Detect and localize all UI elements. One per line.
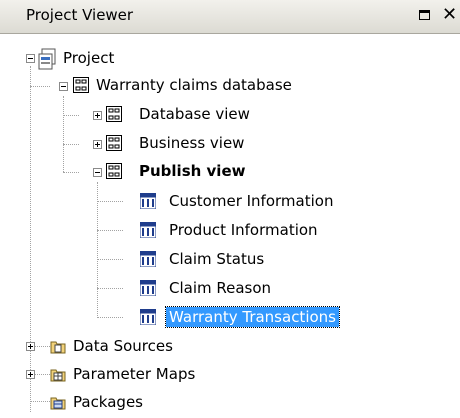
tree-item-query-subject-selected[interactable]: Warranty Transactions (165, 306, 340, 328)
expand-database-view-toggle[interactable] (93, 111, 102, 120)
parameter-maps-folder-icon (50, 369, 66, 382)
namespace-icon (106, 106, 122, 122)
expand-data-sources-toggle[interactable] (26, 342, 35, 351)
expand-business-view-toggle[interactable] (93, 140, 102, 149)
tree-line (30, 401, 50, 402)
tree-item-parameter-maps[interactable]: Parameter Maps (73, 364, 195, 384)
tree-item-data-sources[interactable]: Data Sources (73, 336, 173, 356)
tree-line (30, 66, 31, 412)
tree-item-business-view[interactable]: Business view (139, 133, 244, 153)
tree-line (97, 288, 123, 289)
namespace-icon (106, 135, 122, 151)
panel-titlebar: Project Viewer ✕ (0, 0, 460, 34)
collapse-database-toggle[interactable] (59, 82, 68, 91)
tree-line (97, 317, 123, 318)
collapse-project-toggle[interactable] (26, 54, 35, 63)
query-subject-icon (140, 280, 156, 296)
tree-line (30, 86, 50, 87)
tree-line (63, 96, 64, 172)
tree-item-query-subject[interactable]: Product Information (169, 220, 318, 240)
tree-line (97, 259, 123, 260)
panel-title: Project Viewer (26, 6, 134, 24)
tree-line (97, 182, 98, 318)
tree-item-project[interactable]: Project (63, 48, 114, 68)
query-subject-icon (140, 309, 156, 325)
data-sources-folder-icon (50, 341, 66, 354)
project-tree: Project Warranty claims database Databas… (0, 34, 460, 418)
tree-item-query-subject[interactable]: Customer Information (169, 191, 333, 211)
packages-icon (50, 397, 66, 410)
tree-line (97, 201, 123, 202)
tree-line (63, 144, 79, 145)
expand-parameter-maps-toggle[interactable] (26, 370, 35, 379)
namespace-icon (106, 163, 122, 179)
tree-item-packages[interactable]: Packages (73, 392, 143, 412)
query-subject-icon (140, 193, 156, 209)
project-icon (38, 48, 56, 70)
query-subject-icon (140, 222, 156, 238)
tree-line (63, 172, 79, 173)
tree-line (63, 115, 79, 116)
tree-line (97, 230, 123, 231)
tree-item-query-subject[interactable]: Claim Reason (169, 278, 271, 298)
tree-item-database-view[interactable]: Database view (139, 104, 250, 124)
namespace-icon (73, 77, 89, 93)
close-button[interactable]: ✕ (442, 3, 460, 27)
collapse-publish-view-toggle[interactable] (93, 168, 102, 177)
query-subject-icon (140, 251, 156, 267)
tree-item-warranty-claims-database[interactable]: Warranty claims database (96, 75, 292, 95)
maximize-button[interactable] (419, 10, 430, 20)
tree-item-query-subject[interactable]: Claim Status (169, 249, 264, 269)
tree-item-publish-view[interactable]: Publish view (139, 161, 245, 181)
